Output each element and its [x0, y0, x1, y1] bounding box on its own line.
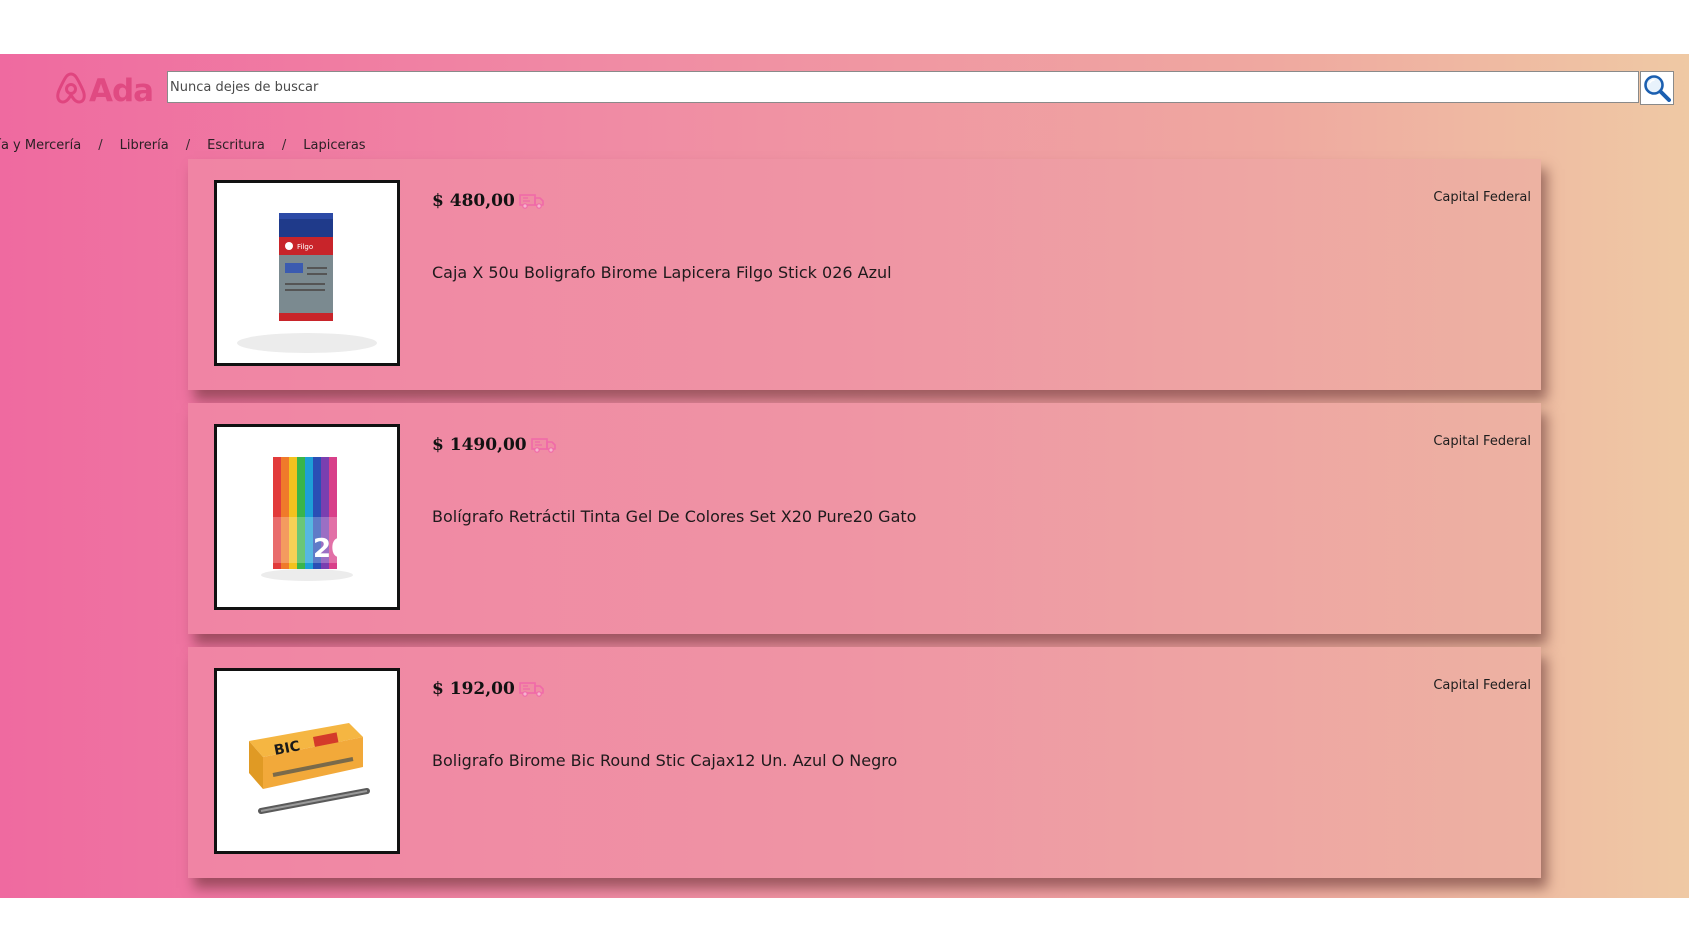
product-location: Capital Federal [1433, 190, 1531, 205]
airbnb-like-logo-icon [56, 72, 86, 104]
product-title[interactable]: Boligrafo Birome Bic Round Stic Cajax12 … [432, 751, 897, 770]
breadcrumb: ría y Mercería / Librería / Escritura / … [0, 133, 366, 157]
breadcrumb-separator: / [98, 137, 103, 153]
price-row: $ 480,00 [432, 191, 545, 211]
magnifier-icon [1644, 75, 1671, 102]
color-pens-image: 20 [217, 427, 397, 607]
pen-box-image: Filgo [217, 183, 397, 363]
truck-icon [519, 682, 544, 697]
breadcrumb-item-libreria-merceria[interactable]: ría y Mercería [0, 138, 81, 153]
bic-box-image: BIC [217, 671, 397, 851]
product-card[interactable]: 20 $ 1490,00 Capital Federal Bolígrafo R… [188, 403, 1541, 634]
search-button[interactable] [1640, 71, 1674, 105]
product-location: Capital Federal [1433, 434, 1531, 449]
truck-icon [530, 438, 556, 453]
price-row: $ 192,00 [432, 679, 545, 699]
product-card[interactable]: BIC $ 192,00 Capital Federal Boligrafo B… [188, 647, 1541, 878]
site-logo[interactable]: Ada [55, 68, 154, 109]
product-image[interactable]: BIC [214, 668, 400, 854]
page-background: Ada ría y Mercería / Librería / Escritur… [0, 54, 1689, 898]
product-price: $ 192,00 [432, 679, 515, 699]
breadcrumb-item-lapiceras[interactable]: Lapiceras [303, 138, 365, 153]
product-price: $ 480,00 [432, 191, 515, 211]
breadcrumb-separator: / [281, 137, 287, 153]
product-image[interactable]: 20 [214, 424, 400, 610]
product-card[interactable]: Filgo $ 480,00 Capital Federal Caja X 50… [188, 159, 1541, 390]
search-input[interactable] [167, 71, 1639, 103]
product-image-brand-text: Filgo [297, 243, 313, 251]
truck-icon [519, 194, 544, 209]
price-row: $ 1490,00 [432, 435, 557, 455]
product-title[interactable]: Caja X 50u Boligrafo Birome Lapicera Fil… [432, 263, 892, 282]
breadcrumb-item-libreria[interactable]: Librería [120, 138, 169, 153]
product-price: $ 1490,00 [432, 435, 527, 455]
product-image-label-text: 20 [313, 534, 349, 564]
product-location: Capital Federal [1433, 678, 1531, 693]
product-image[interactable]: Filgo [214, 180, 400, 366]
breadcrumb-item-escritura[interactable]: Escritura [207, 138, 265, 153]
breadcrumb-separator: / [185, 137, 191, 153]
product-title[interactable]: Bolígrafo Retráctil Tinta Gel De Colores… [432, 507, 916, 526]
logo-text: Ada [89, 73, 154, 109]
